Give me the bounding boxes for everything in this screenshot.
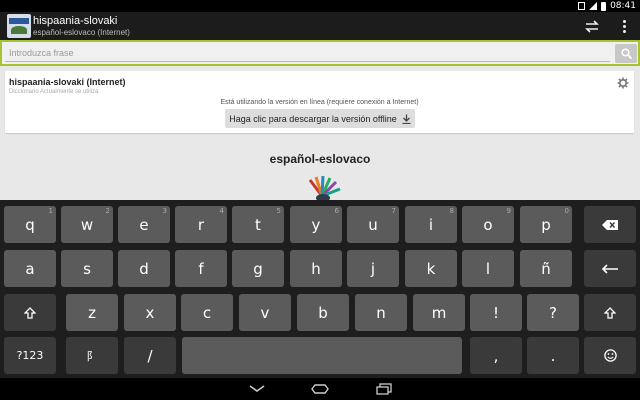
key-n-tilde[interactable]: ñ xyxy=(520,250,572,287)
online-notice: Está utilizando la versión en línea (req… xyxy=(220,99,419,106)
key-q[interactable]: q1 xyxy=(4,206,56,243)
dictionary-card: hispaania-slovaki (Internet) Diccionario… xyxy=(5,71,634,133)
language-switch-key[interactable]: 阝 xyxy=(66,337,118,374)
swap-languages-button[interactable] xyxy=(578,12,606,40)
shift-key-right[interactable] xyxy=(584,294,636,331)
key-j[interactable]: j xyxy=(347,250,399,287)
more-vert-icon xyxy=(622,19,626,33)
app-title: hispaania-slovaki xyxy=(33,15,118,27)
backspace-key[interactable] xyxy=(584,206,636,243)
app-logo[interactable] xyxy=(7,14,31,38)
shift-key-left[interactable] xyxy=(4,294,56,331)
key-u[interactable]: u7 xyxy=(347,206,399,243)
status-bar: 08:41 xyxy=(0,0,640,12)
key-l[interactable]: l xyxy=(462,250,514,287)
key-e[interactable]: e3 xyxy=(118,206,170,243)
mascot-logo xyxy=(308,176,341,202)
symbols-key[interactable]: ?123 xyxy=(4,337,56,374)
chevron-down-icon xyxy=(249,385,265,392)
status-icons: 08:41 xyxy=(578,0,636,12)
key-p[interactable]: p0 xyxy=(520,206,572,243)
key-r[interactable]: r4 xyxy=(175,206,227,243)
key-m[interactable]: m xyxy=(413,294,465,331)
key-c[interactable]: c xyxy=(181,294,233,331)
key-f[interactable]: f xyxy=(175,250,227,287)
overflow-menu-button[interactable] xyxy=(610,12,638,40)
emoji-key[interactable] xyxy=(584,337,636,374)
search-bar xyxy=(0,40,640,66)
dictionary-title: hispaania-slovaki (Internet) xyxy=(9,77,126,87)
nav-recents-button[interactable] xyxy=(364,380,404,398)
download-icon xyxy=(402,114,411,124)
gear-icon xyxy=(617,77,629,89)
key-v[interactable]: v xyxy=(239,294,291,331)
nav-back-button[interactable] xyxy=(237,380,277,398)
search-icon xyxy=(620,48,632,59)
backspace-icon xyxy=(602,219,618,230)
recents-icon xyxy=(376,383,392,395)
nav-home-button[interactable] xyxy=(300,380,340,398)
sim-icon xyxy=(578,2,586,10)
key-i[interactable]: i8 xyxy=(405,206,457,243)
key-t[interactable]: t5 xyxy=(232,206,284,243)
action-bar: hispaania-slovaki español-eslovaco (Inte… xyxy=(0,12,640,40)
key-w[interactable]: w2 xyxy=(61,206,113,243)
key-comma[interactable]: , xyxy=(470,337,522,374)
search-input[interactable] xyxy=(5,45,610,62)
key-z[interactable]: z xyxy=(66,294,118,331)
key-x[interactable]: x xyxy=(124,294,176,331)
battery-icon xyxy=(601,1,607,11)
shift-icon xyxy=(24,306,36,319)
key-exclamation[interactable]: ! xyxy=(470,294,522,331)
smiley-icon xyxy=(603,349,617,362)
download-offline-button[interactable]: Haga clic para descargar la versión offl… xyxy=(225,109,415,128)
key-g[interactable]: g xyxy=(232,250,284,287)
key-o[interactable]: o9 xyxy=(462,206,514,243)
key-y[interactable]: y6 xyxy=(290,206,342,243)
soft-keyboard: q1 w2 e3 r4 t5 y6 u7 i8 o9 p0 a s d f g … xyxy=(0,200,640,378)
key-a[interactable]: a xyxy=(4,250,56,287)
dictionary-settings-button[interactable] xyxy=(617,76,629,94)
dictionary-status: Diccionario Actualmente se utiliza xyxy=(9,89,99,95)
download-label: Haga clic para descargar la versión offl… xyxy=(229,113,397,124)
search-button[interactable] xyxy=(615,44,637,63)
key-question[interactable]: ? xyxy=(527,294,579,331)
key-k[interactable]: k xyxy=(405,250,457,287)
key-h[interactable]: h xyxy=(290,250,342,287)
status-time: 08:41 xyxy=(610,1,636,11)
enter-icon xyxy=(601,263,618,274)
dictionary-heading: español-eslovaco xyxy=(269,152,371,166)
navigation-bar xyxy=(0,378,640,400)
key-n[interactable]: n xyxy=(355,294,407,331)
home-icon xyxy=(311,384,329,394)
key-slash[interactable]: / xyxy=(124,337,176,374)
swap-icon xyxy=(585,19,599,33)
shift-icon xyxy=(604,306,616,319)
key-d[interactable]: d xyxy=(118,250,170,287)
key-period[interactable]: . xyxy=(527,337,579,374)
key-s[interactable]: s xyxy=(61,250,113,287)
key-b[interactable]: b xyxy=(297,294,349,331)
enter-key[interactable] xyxy=(584,250,636,287)
app-subtitle: español-eslovaco (Internet) xyxy=(33,28,130,37)
signal-icon xyxy=(589,2,598,10)
space-key[interactable] xyxy=(182,337,462,374)
